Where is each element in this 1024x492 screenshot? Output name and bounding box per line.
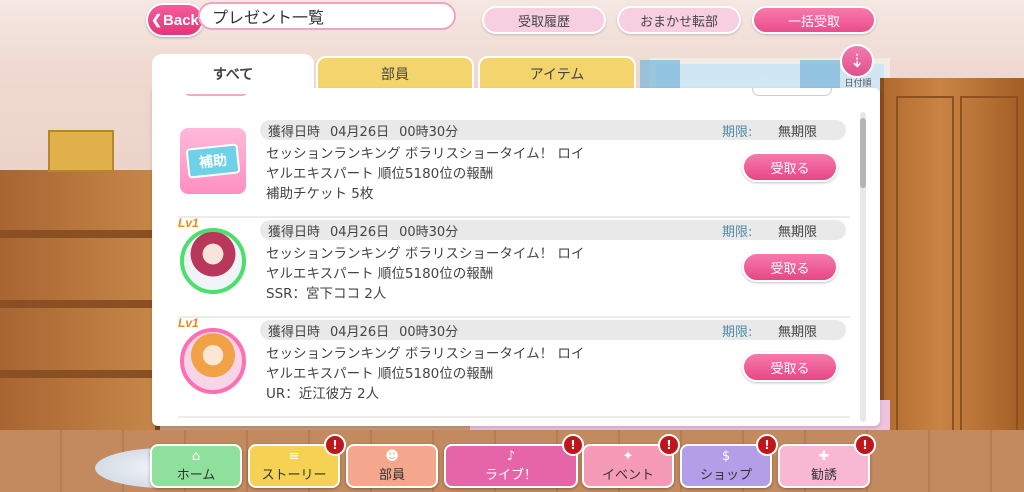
row-divider [178,316,850,318]
tab-all[interactable]: すべて [152,54,314,94]
nav-event-label: イベント [601,467,654,483]
nav-recruit-label: 勧誘 [810,467,837,483]
back-button[interactable]: ❮ Back [146,3,204,37]
acquired-label: 獲得日時 [268,124,321,140]
nav-shop[interactable]: $ ショップ ! [680,434,778,488]
row-divider [178,416,850,418]
desc-line: ヤルエキスパート 順位5180位の報酬 [266,366,494,382]
nav-event[interactable]: ✦ イベント ! [582,434,680,488]
acquired-date: 04月26日 [330,224,390,240]
notification-badge: ! [658,434,680,456]
receive-button[interactable]: 受取る [742,152,838,182]
nav-live-label: ライブ！ [484,467,537,483]
desc-line: SSR：宮下ココ 2人 [266,286,387,302]
home-icon: ⌂ [191,448,201,464]
present-description: セッションランキング ボラリスショータイム！ ロイ ヤルエキスパート 順位518… [266,344,646,404]
nav-home-label: ホーム [176,467,216,483]
page-title: プレゼント一覧 [198,2,456,30]
acquired-date: 04月26日 [330,124,390,140]
avatar [180,228,246,294]
present-description: セッションランキング ボラリスショータイム！ ロイ ヤルエキスパート 順位518… [266,244,646,304]
wardrobe-door-left [896,96,954,476]
event-icon: ✦ [622,448,634,464]
desc-line: ヤルエキスパート 順位5180位の報酬 [266,266,494,282]
avatar [180,328,246,394]
receive-all-button[interactable]: 一括受取 [752,6,876,34]
scrollbar-thumb[interactable] [860,118,866,188]
present-meta: 獲得日時 04月26日 00時30分 期限: 無期限 [260,120,846,140]
live-icon: ♪ [506,448,516,464]
present-row: 補助 獲得日時 04月26日 00時30分 期限: 無期限 セッションランキング… [152,120,852,220]
desc-line: UR：近江彼方 2人 [266,386,380,402]
shelf-board [0,300,160,308]
storage-box [48,130,114,172]
notification-badge: ! [324,434,346,456]
limit-value: 無期限 [778,224,818,240]
acquired-time: 00時30分 [399,224,459,240]
tab-items[interactable]: アイテム [478,56,636,90]
auto-transfer-button[interactable]: おまかせ転部 [617,6,741,34]
nav-member[interactable]: ☻ 部員 [346,444,438,488]
history-button[interactable]: 受取履歴 [482,6,606,34]
desc-line: ヤルエキスパート 順位5180位の報酬 [266,166,494,182]
shop-icon: $ [721,448,731,464]
bookshelf [0,170,160,470]
notification-badge: ! [756,434,778,456]
back-label: Back [163,11,199,29]
nav-member-label: 部員 [378,467,405,483]
limit-value: 無期限 [778,324,818,340]
member-icon: Lv1 [178,316,246,394]
acquired-label: 獲得日時 [268,224,321,240]
acquired-label: 獲得日時 [268,324,321,340]
level-badge: Lv1 [178,316,199,330]
member-icon: Lv1 [178,216,246,294]
nav-story-label: ストーリー [261,467,327,483]
nav-story[interactable]: ≡ ストーリー ! [248,434,346,488]
ticket-icon-text: 補助 [185,143,241,179]
present-list-panel: 補助 獲得日時 04月26日 00時30分 期限: 無期限 セッションランキング… [152,88,880,426]
limit-value: 無期限 [778,124,818,140]
nav-live[interactable]: ♪ ライブ！ ! [444,434,584,488]
nav-home[interactable]: ⌂ ホーム [150,444,242,488]
wardrobe [880,78,1024,478]
present-meta: 獲得日時 04月26日 00時30分 期限: 無期限 [260,320,846,340]
story-icon: ≡ [288,448,300,464]
present-meta: 獲得日時 04月26日 00時30分 期限: 無期限 [260,220,846,240]
notification-badge: ! [562,434,584,456]
wardrobe-door-right [960,96,1018,476]
sort-button[interactable]: ⇣ [840,44,874,78]
limit-label: 期限: [722,224,753,240]
limit-label: 期限: [722,124,753,140]
nav-recruit[interactable]: ✚ 勧誘 ! [778,434,876,488]
ticket-icon-bg: 補助 [180,128,246,194]
acquired-time: 00時30分 [399,324,459,340]
desc-line: セッションランキング ボラリスショータイム！ ロイ [266,246,585,262]
present-description: セッションランキング ボラリスショータイム！ ロイ ヤルエキスパート 順位518… [266,144,646,204]
sort-down-icon: ⇣ [849,50,865,72]
tab-members[interactable]: 部員 [316,56,474,90]
acquired-date: 04月26日 [330,324,390,340]
chevron-left-icon: ❮ [151,12,163,27]
desc-line: セッションランキング ボラリスショータイム！ ロイ [266,146,585,162]
acquired-time: 00時30分 [399,124,459,140]
present-row: Lv1 獲得日時 04月26日 00時30分 期限: 無期限 セッションランキン… [152,316,852,420]
previous-item-button-edge [752,88,832,96]
level-badge: Lv1 [178,216,199,230]
recruit-icon: ✚ [818,448,830,464]
member-icon: ☻ [385,448,399,464]
ticket-icon: 補助 [180,128,246,194]
row-divider [178,216,850,218]
shelf-board [0,370,160,378]
nav-shop-label: ショップ [699,467,752,483]
limit-label: 期限: [722,324,753,340]
receive-button[interactable]: 受取る [742,352,838,382]
desc-line: 補助チケット 5枚 [266,186,374,202]
receive-button[interactable]: 受取る [742,252,838,282]
desc-line: セッションランキング ボラリスショータイム！ ロイ [266,346,585,362]
list-scrollbar[interactable] [860,112,866,422]
shelf-board [0,230,160,238]
present-row: Lv1 獲得日時 04月26日 00時30分 期限: 無期限 セッションランキン… [152,216,852,320]
notification-badge: ! [854,434,876,456]
